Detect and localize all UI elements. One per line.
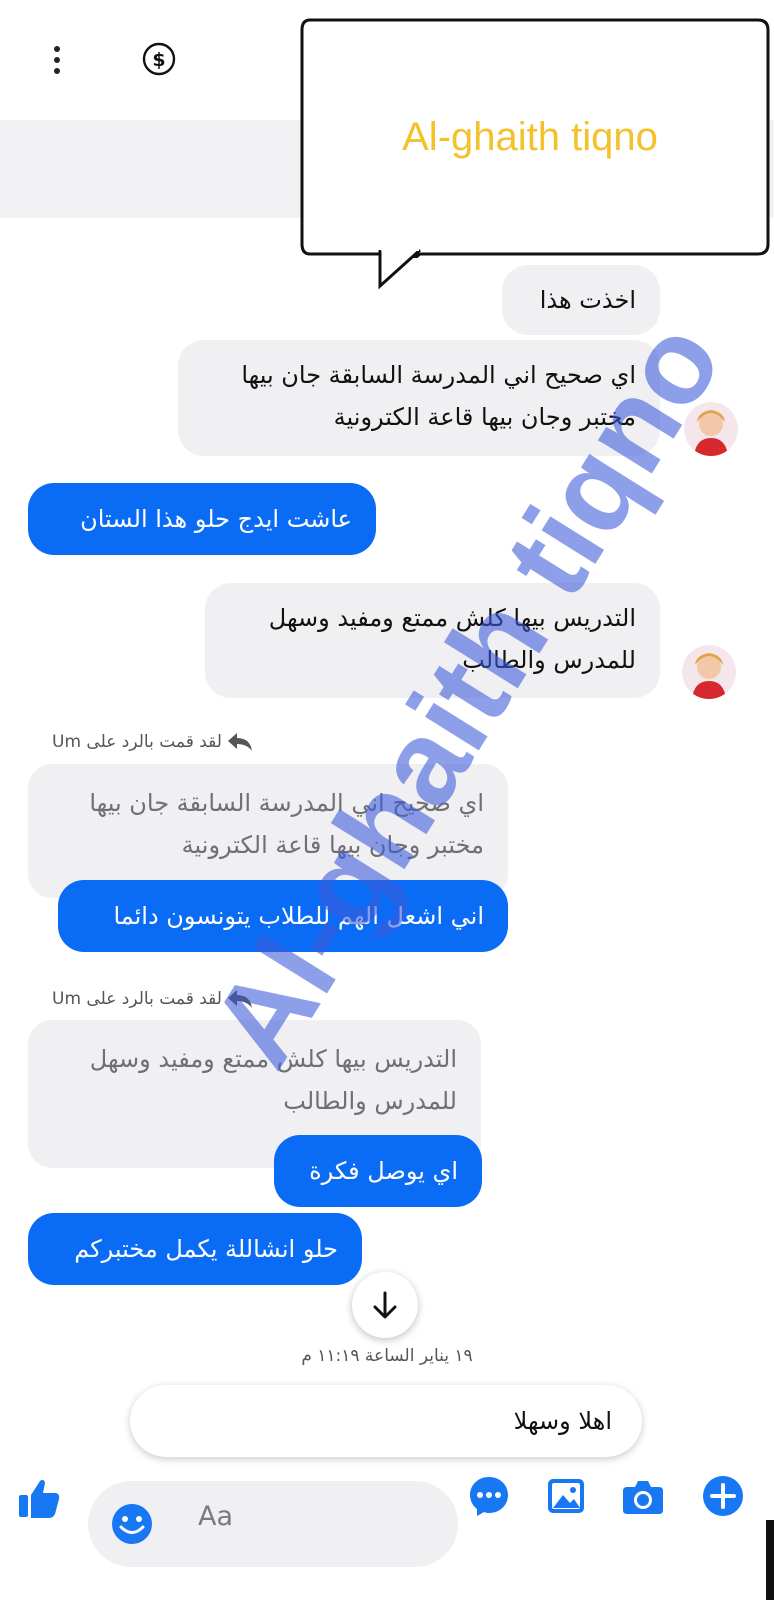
more-options-icon[interactable]: [42, 40, 72, 80]
message-text: اني اشعل الهم للطلاب يتونسون دائما: [113, 902, 484, 930]
message-placeholder: Aa: [198, 1501, 234, 1532]
emoji-icon[interactable]: [110, 1502, 154, 1546]
scroll-to-bottom-button[interactable]: [352, 1272, 418, 1338]
chat-bubble-icon[interactable]: [467, 1474, 511, 1518]
dollar-circle-icon[interactable]: $: [142, 42, 176, 76]
reply-indicator: لقد قمت بالرد على Um: [52, 988, 253, 1010]
message-timestamp: ١٩ يناير الساعة ١١:١٩ م: [301, 1346, 473, 1366]
outgoing-message[interactable]: عاشت ايدج حلو هذا الستان: [28, 483, 376, 555]
quoted-line: اي صحيح اني المدرسة السابقة جان بيها: [89, 789, 484, 817]
message-line: اي صحيح اني المدرسة السابقة جان بيها: [241, 361, 636, 389]
quoted-line: التدريس بيها كلش ممتع ومفيد وسهل: [89, 1045, 457, 1073]
incoming-message[interactable]: اخذت هذا: [502, 265, 660, 335]
message-line: التدريس بيها كلش ممتع ومفيد وسهل: [268, 604, 636, 632]
reply-indicator: لقد قمت بالرد على Um: [52, 731, 253, 753]
outgoing-message[interactable]: حلو انشاللة يكمل مختبركم: [28, 1213, 362, 1285]
incoming-message[interactable]: التدريس بيها كلش ممتع ومفيد وسهل للمدرس …: [205, 583, 660, 698]
message-line: مختبر وجان بيها قاعة الكترونية: [333, 403, 636, 431]
reply-label: لقد قمت بالرد على Um: [52, 732, 222, 752]
quoted-message[interactable]: اي صحيح اني المدرسة السابقة جان بيها مخت…: [28, 764, 508, 898]
message-text: اخذت هذا: [539, 286, 636, 314]
message-input[interactable]: Aa: [88, 1481, 458, 1567]
gallery-icon[interactable]: [544, 1474, 588, 1518]
outgoing-message[interactable]: اي يوصل فكرة: [274, 1135, 482, 1207]
suggested-reply-chip[interactable]: اهلا وسهلا: [130, 1385, 642, 1457]
outgoing-message[interactable]: اني اشعل الهم للطلاب يتونسون دائما: [58, 880, 508, 952]
message-text: اي يوصل فكرة: [309, 1157, 458, 1185]
contact-avatar[interactable]: [682, 645, 736, 699]
quoted-line: مختبر وجان بيها قاعة الكترونية: [181, 831, 484, 859]
reply-arrow-icon: [228, 733, 253, 751]
message-text: عاشت ايدج حلو هذا الستان: [80, 505, 352, 533]
suggested-reply-text: اهلا وسهلا: [513, 1407, 612, 1435]
screen-edge: [766, 1520, 774, 1600]
message-line: للمدرس والطالب: [462, 646, 636, 674]
quoted-line: للمدرس والطالب: [283, 1087, 457, 1115]
camera-icon[interactable]: [621, 1474, 665, 1518]
contact-avatar[interactable]: [684, 402, 738, 456]
incoming-message[interactable]: اي صحيح اني المدرسة السابقة جان بيها مخت…: [178, 340, 660, 456]
arrow-down-icon: [373, 1291, 397, 1319]
svg-text:$: $: [152, 49, 165, 71]
callout-text: Al-ghaith tiqno: [402, 115, 658, 159]
callout-tail: [378, 248, 422, 290]
reply-arrow-icon: [228, 990, 253, 1008]
like-icon[interactable]: [16, 1475, 62, 1521]
add-icon[interactable]: [701, 1474, 745, 1518]
reply-label: لقد قمت بالرد على Um: [52, 989, 222, 1009]
message-text: حلو انشاللة يكمل مختبركم: [74, 1235, 338, 1263]
